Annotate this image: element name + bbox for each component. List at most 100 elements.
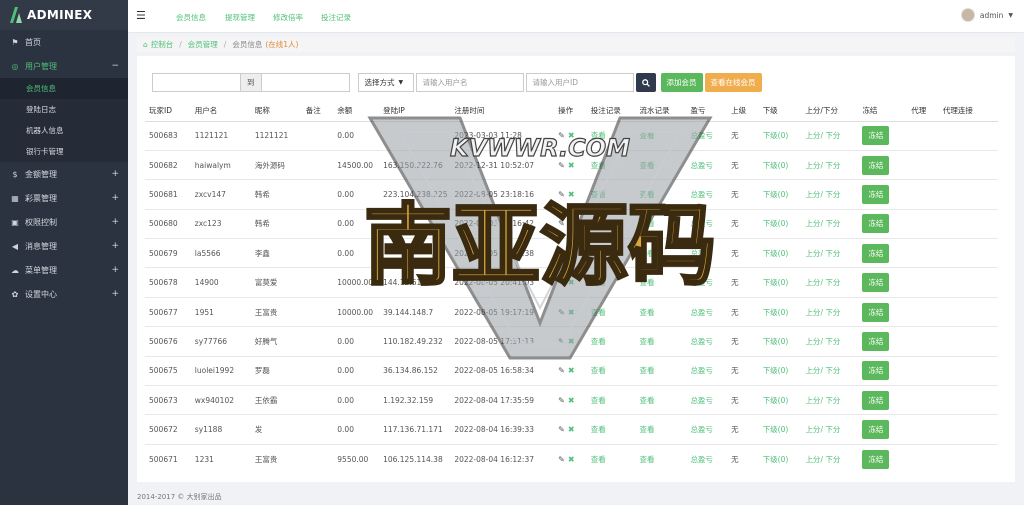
- downline-link[interactable]: 下级(0): [758, 355, 802, 386]
- downline-link[interactable]: 下级(0): [758, 414, 802, 445]
- downline-link[interactable]: 下级(0): [758, 443, 802, 474]
- bet-records-link[interactable]: 查看: [586, 414, 636, 445]
- username-search-input[interactable]: 请输入用户名: [415, 73, 524, 92]
- flow-records-link[interactable]: 查看: [635, 120, 687, 151]
- sub-score-link[interactable]: 下分: [825, 455, 840, 464]
- pnl-link[interactable]: 总盈亏: [686, 296, 728, 327]
- bet-records-link[interactable]: 查看: [586, 208, 636, 239]
- sidebar-item-4[interactable]: ▣ 权限控制 +: [0, 210, 128, 234]
- delete-icon[interactable]: ✖: [568, 249, 575, 258]
- pnl-link[interactable]: 总盈亏: [686, 179, 728, 210]
- flow-records-link[interactable]: 查看: [635, 149, 687, 180]
- breadcrumb-section[interactable]: 会员管理: [188, 39, 218, 50]
- top-link-odds[interactable]: 修改倍率: [273, 12, 303, 23]
- delete-icon[interactable]: ✖: [568, 396, 575, 405]
- sub-score-link[interactable]: 下分: [825, 308, 840, 317]
- add-score-link[interactable]: 上分: [805, 425, 820, 434]
- downline-link[interactable]: 下级(0): [758, 296, 802, 327]
- edit-icon[interactable]: ✎: [558, 308, 565, 317]
- delete-icon[interactable]: ✖: [568, 337, 575, 346]
- bet-records-link[interactable]: 查看: [586, 267, 636, 298]
- freeze-button[interactable]: 冻结: [862, 331, 890, 351]
- freeze-button[interactable]: 冻结: [862, 302, 890, 322]
- date-from-input[interactable]: [152, 73, 241, 92]
- flow-records-link[interactable]: 查看: [635, 208, 687, 239]
- search-button[interactable]: [635, 73, 656, 92]
- add-score-link[interactable]: 上分: [805, 219, 820, 228]
- flow-records-link[interactable]: 查看: [635, 385, 687, 415]
- sidebar-subitem-1[interactable]: 登陆日志: [0, 99, 128, 120]
- freeze-button[interactable]: 冻结: [862, 155, 890, 175]
- pnl-link[interactable]: 总盈亏: [686, 355, 728, 386]
- flow-records-link[interactable]: 查看: [635, 443, 687, 474]
- bet-records-link[interactable]: 查看: [586, 179, 636, 210]
- sub-score-link[interactable]: 下分: [825, 337, 840, 346]
- freeze-button[interactable]: 冻结: [862, 361, 890, 381]
- add-score-link[interactable]: 上分: [805, 131, 820, 140]
- delete-icon[interactable]: ✖: [568, 308, 575, 317]
- sidebar-item-3[interactable]: ▦ 彩票管理 +: [0, 186, 128, 210]
- downline-link[interactable]: 下级(0): [758, 267, 802, 298]
- downline-link[interactable]: 下级(0): [758, 208, 802, 239]
- search-mode-select[interactable]: 选择方式 ▼: [357, 73, 414, 92]
- bet-records-link[interactable]: 查看: [586, 238, 636, 268]
- pnl-link[interactable]: 总盈亏: [686, 385, 728, 415]
- flow-records-link[interactable]: 查看: [635, 414, 687, 445]
- sidebar-item-1[interactable]: ◎ 用户管理 −: [0, 54, 128, 78]
- bet-records-link[interactable]: 查看: [586, 120, 636, 151]
- sub-score-link[interactable]: 下分: [825, 219, 840, 228]
- add-score-link[interactable]: 上分: [805, 249, 820, 258]
- sidebar-item-2[interactable]: $ 金额管理 +: [0, 162, 128, 186]
- flow-records-link[interactable]: 查看: [635, 296, 687, 327]
- edit-icon[interactable]: ✎: [558, 366, 565, 375]
- edit-icon[interactable]: ✎: [558, 249, 565, 258]
- freeze-button[interactable]: 冻结: [862, 273, 890, 293]
- sub-score-link[interactable]: 下分: [825, 396, 840, 405]
- userid-search-input[interactable]: 请输入用户ID: [525, 73, 634, 92]
- sidebar-item-6[interactable]: ☁ 菜单管理 +: [0, 258, 128, 282]
- edit-icon[interactable]: ✎: [558, 425, 565, 434]
- freeze-button[interactable]: 冻结: [862, 184, 890, 204]
- add-member-button[interactable]: 添加会员: [660, 73, 703, 92]
- freeze-button[interactable]: 冻结: [862, 243, 890, 263]
- sub-score-link[interactable]: 下分: [825, 249, 840, 258]
- app-logo[interactable]: ADMINEX: [0, 0, 128, 30]
- add-score-link[interactable]: 上分: [805, 278, 820, 287]
- date-to-input[interactable]: [260, 73, 350, 92]
- bet-records-link[interactable]: 查看: [586, 296, 636, 327]
- downline-link[interactable]: 下级(0): [758, 120, 802, 151]
- delete-icon[interactable]: ✖: [568, 366, 575, 375]
- add-score-link[interactable]: 上分: [805, 366, 820, 375]
- freeze-button[interactable]: 冻结: [862, 449, 890, 469]
- bet-records-link[interactable]: 查看: [586, 385, 636, 415]
- pnl-link[interactable]: 总盈亏: [686, 208, 728, 239]
- delete-icon[interactable]: ✖: [568, 219, 575, 228]
- bet-records-link[interactable]: 查看: [586, 326, 636, 357]
- delete-icon[interactable]: ✖: [568, 161, 575, 170]
- edit-icon[interactable]: ✎: [558, 161, 565, 170]
- top-link-member-info[interactable]: 会员信息: [176, 12, 206, 23]
- sidebar-subitem-3[interactable]: 银行卡管理: [0, 141, 128, 162]
- bet-records-link[interactable]: 查看: [586, 149, 636, 180]
- downline-link[interactable]: 下级(0): [758, 238, 802, 268]
- add-score-link[interactable]: 上分: [805, 337, 820, 346]
- pnl-link[interactable]: 总盈亏: [686, 120, 728, 151]
- view-online-button[interactable]: 查看在线会员: [704, 73, 762, 92]
- sidebar-subitem-0[interactable]: 会员信息: [0, 78, 128, 99]
- sub-score-link[interactable]: 下分: [825, 131, 840, 140]
- add-score-link[interactable]: 上分: [805, 308, 820, 317]
- sub-score-link[interactable]: 下分: [825, 425, 840, 434]
- delete-icon[interactable]: ✖: [568, 131, 575, 140]
- downline-link[interactable]: 下级(0): [758, 179, 802, 210]
- edit-icon[interactable]: ✎: [558, 190, 565, 199]
- delete-icon[interactable]: ✖: [568, 425, 575, 434]
- delete-icon[interactable]: ✖: [568, 190, 575, 199]
- edit-icon[interactable]: ✎: [558, 131, 565, 140]
- sidebar-subitem-2[interactable]: 机器人信息: [0, 120, 128, 141]
- freeze-button[interactable]: 冻结: [862, 214, 890, 234]
- pnl-link[interactable]: 总盈亏: [686, 326, 728, 357]
- flow-records-link[interactable]: 查看: [635, 326, 687, 357]
- bet-records-link[interactable]: 查看: [586, 355, 636, 386]
- pnl-link[interactable]: 总盈亏: [686, 238, 728, 268]
- edit-icon[interactable]: ✎: [558, 219, 565, 228]
